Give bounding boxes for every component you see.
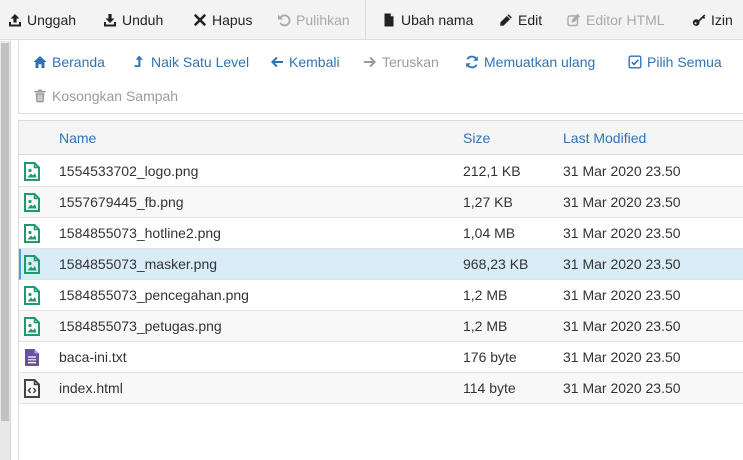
empty-trash-label: Kosongkan Sampah [52, 88, 179, 104]
edit-button[interactable]: Edit [499, 0, 542, 40]
delete-label: Hapus [212, 12, 253, 28]
file-size: 212,1 KB [463, 163, 521, 179]
file-icon [384, 13, 394, 27]
file-list-table: Name Size Last Modified 1554533702_logo.… [18, 120, 743, 460]
upload-icon [9, 14, 21, 27]
file-name: 1584855073_masker.png [59, 256, 218, 272]
check-square-icon [628, 55, 642, 69]
file-size: 1,27 KB [463, 194, 513, 210]
file-modified: 31 Mar 2020 23.50 [563, 163, 681, 179]
download-icon [104, 14, 116, 27]
select-all-button[interactable]: Pilih Semua [628, 52, 722, 72]
image-file-icon [24, 193, 40, 212]
back-button[interactable]: Kembali [270, 52, 340, 72]
close-icon [194, 14, 206, 26]
key-icon [692, 14, 706, 26]
file-modified: 31 Mar 2020 23.50 [563, 225, 681, 241]
file-modified: 31 Mar 2020 23.50 [563, 318, 681, 334]
permissions-button[interactable]: Izin [692, 0, 733, 40]
code-file-icon [24, 379, 40, 398]
upload-label: Unggah [27, 12, 77, 28]
file-name: 1554533702_logo.png [59, 163, 199, 179]
left-pane-scrollbar[interactable] [0, 41, 11, 460]
table-row[interactable]: index.html 114 byte 31 Mar 2020 23.50 [19, 373, 743, 404]
upload-button[interactable]: Unggah [8, 0, 76, 40]
file-name: 1584855073_petugas.png [59, 318, 222, 334]
forward-label: Teruskan [382, 54, 439, 70]
home-label: Beranda [52, 54, 105, 70]
download-label: Unduh [122, 12, 164, 28]
table-row[interactable]: 1584855073_masker.png 968,23 KB 31 Mar 202… [19, 249, 743, 280]
up-one-level-label: Naik Satu Level [151, 54, 250, 70]
file-size: 968,23 KB [463, 256, 529, 272]
refresh-icon [466, 55, 478, 69]
file-name: 1557679445_fb.png [59, 194, 184, 210]
table-row[interactable]: 1554533702_logo.png 212,1 KB 31 Mar 2020 2… [19, 156, 743, 187]
table-row[interactable]: 1557679445_fb.png 1,27 KB 31 Mar 2020 23.5… [19, 187, 743, 218]
permissions-label: Izin [711, 12, 733, 28]
image-file-icon [24, 255, 40, 274]
up-one-level-button[interactable]: Naik Satu Level [132, 52, 249, 72]
navigation-panel: Beranda Naik Satu Level Kembali Teruskan… [18, 41, 743, 114]
back-label: Kembali [289, 54, 340, 70]
html-editor-button[interactable]: Editor HTML [567, 0, 665, 40]
level-up-icon [134, 55, 143, 67]
file-modified: 31 Mar 2020 23.50 [563, 349, 681, 365]
table-row[interactable]: 1584855073_petugas.png 1,2 MB 31 Mar 2020 … [19, 311, 743, 342]
edit-label: Edit [518, 12, 543, 28]
file-size: 1,2 MB [463, 318, 508, 334]
file-manager-toolbar: Unggah Unduh Hapus Pulihkan Ubah nama Ed… [0, 0, 743, 40]
file-modified: 31 Mar 2020 23.50 [563, 380, 681, 396]
arrow-left-icon [271, 56, 283, 68]
pencil-icon [500, 14, 512, 26]
file-size: 176 byte [463, 349, 517, 365]
rename-label: Ubah nama [401, 12, 474, 28]
file-name: 1584855073_hotline2.png [59, 225, 221, 241]
edit-square-icon [567, 13, 580, 27]
file-name: 1584855073_pencegahan.png [59, 287, 249, 303]
column-header-name[interactable]: Name [59, 121, 96, 155]
column-header-size[interactable]: Size [463, 121, 490, 155]
file-size: 1,04 MB [463, 225, 516, 241]
download-button[interactable]: Unduh [103, 0, 163, 40]
restore-label: Pulihkan [296, 12, 350, 28]
reload-button[interactable]: Memuatkan ulang [465, 52, 595, 72]
file-name: index.html [59, 380, 123, 396]
file-modified: 31 Mar 2020 23.50 [563, 194, 681, 210]
html-editor-label: Editor HTML [586, 12, 665, 28]
forward-button[interactable]: Teruskan [363, 52, 439, 72]
toolbar-divider [365, 0, 366, 40]
file-size: 114 byte [463, 380, 516, 396]
delete-button[interactable]: Hapus [193, 0, 252, 40]
scrollbar-thumb[interactable] [1, 43, 9, 421]
home-icon [33, 56, 47, 68]
table-row[interactable]: 1584855073_pencegahan.png 1,2 MB 31 Mar 20… [19, 280, 743, 311]
column-header-modified[interactable]: Last Modified [563, 121, 646, 155]
file-modified: 31 Mar 2020 23.50 [563, 287, 681, 303]
trash-icon [34, 89, 46, 103]
undo-icon [278, 14, 291, 27]
text-file-icon [24, 348, 40, 367]
image-file-icon [24, 162, 40, 181]
reload-label: Memuatkan ulang [484, 54, 596, 70]
arrow-right-icon [364, 56, 376, 68]
image-file-icon [24, 286, 40, 305]
home-button[interactable]: Beranda [33, 52, 105, 72]
table-header: Name Size Last Modified [19, 121, 743, 155]
empty-trash-button[interactable]: Kosongkan Sampah [33, 86, 178, 106]
table-row[interactable]: baca-ini.txt 176 byte 31 Mar 2020 23.50 [19, 342, 743, 373]
image-file-icon [24, 224, 40, 243]
file-size: 1,2 MB [463, 287, 508, 303]
rename-button[interactable]: Ubah nama [382, 0, 473, 40]
image-file-icon [24, 317, 40, 336]
file-name: baca-ini.txt [59, 349, 127, 365]
select-all-label: Pilih Semua [647, 54, 722, 70]
table-row[interactable]: 1584855073_hotline2.png 1,04 MB 31 Mar 202… [19, 218, 743, 249]
file-modified: 31 Mar 2020 23.50 [563, 256, 681, 272]
restore-button[interactable]: Pulihkan [277, 0, 350, 40]
